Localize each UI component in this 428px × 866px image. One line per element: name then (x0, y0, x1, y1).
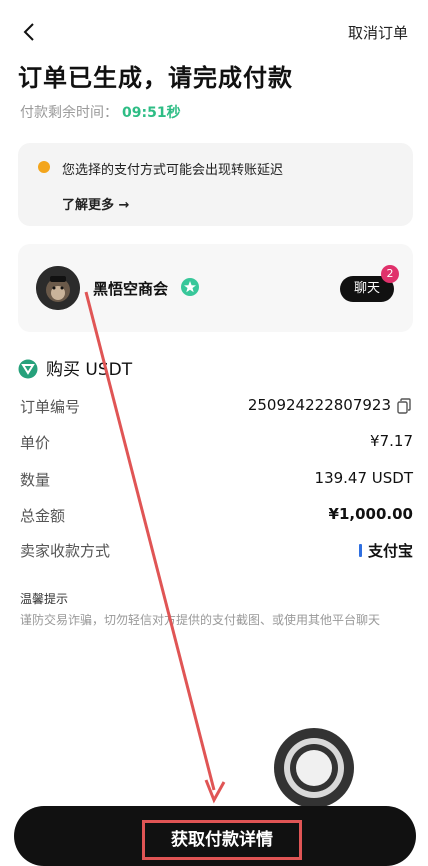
fab-inner-dot (296, 750, 332, 786)
cancel-order-button[interactable]: 取消订单 (348, 22, 408, 43)
payment-method-label: 卖家收款方式 (20, 542, 111, 560)
avatar[interactable] (36, 266, 80, 310)
order-row-price: 单价 ¥7.17 (20, 432, 413, 453)
delay-notice: 您选择的支付方式可能会出现转账延迟 了解更多 → (18, 143, 413, 226)
chat-unread-badge: 2 (381, 265, 399, 283)
payment-method-value: 支付宝 (358, 540, 413, 561)
order-row-total: 总金额 ¥1,000.00 (20, 505, 413, 526)
order-id-value: 250924222807923 (247, 396, 391, 414)
verified-badge-icon (181, 278, 199, 296)
copy-icon[interactable] (397, 398, 411, 414)
seller-name: 黑悟空商会 (93, 280, 169, 298)
annotation-arrow (84, 291, 226, 804)
monkey-avatar-icon (36, 266, 80, 310)
order-heading-text: 购买 USDT (46, 360, 133, 380)
seller-card: 黑悟空商会 聊天 2 (18, 244, 413, 332)
payment-timer: 付款剩余时间： 09:51秒 (20, 102, 181, 122)
warning-icon (38, 161, 50, 173)
payment-method-text: 支付宝 (367, 542, 413, 560)
tips-text: 谨防交易诈骗，切勿轻信对方提供的支付截图、或使用其他平台聊天 (20, 613, 381, 627)
unit-price-label: 单价 (20, 434, 51, 452)
get-payment-details-button[interactable]: 获取付款详情 (14, 806, 416, 866)
total-value: ¥1,000.00 (328, 505, 413, 523)
order-row-id: 订单编号 250924222807923 (20, 396, 413, 417)
order-id-label: 订单编号 (20, 398, 81, 416)
cta-label: 获取付款详情 (142, 820, 302, 860)
order-row-payment-method: 卖家收款方式 支付宝 (20, 540, 413, 561)
back-arrow-icon[interactable] (18, 20, 42, 44)
timer-value: 09:51秒 (122, 105, 181, 121)
payment-method-marker (358, 544, 362, 557)
usdt-icon (18, 359, 38, 379)
order-row-quantity: 数量 139.47 USDT (20, 469, 413, 490)
quantity-label: 数量 (20, 471, 51, 489)
page-title: 订单已生成，请完成付款 (18, 64, 293, 92)
unit-price-value: ¥7.17 (370, 432, 413, 450)
notice-message: 您选择的支付方式可能会出现转账延迟 (62, 163, 284, 178)
quantity-value: 139.47 USDT (314, 469, 413, 487)
assistive-touch-button[interactable] (274, 728, 354, 808)
tips-title: 温馨提示 (20, 592, 69, 606)
total-label: 总金额 (20, 507, 66, 525)
learn-more-link[interactable]: 了解更多 → (62, 194, 129, 213)
timer-label: 付款剩余时间： (20, 105, 118, 121)
order-heading: 购买 USDT (18, 355, 132, 380)
